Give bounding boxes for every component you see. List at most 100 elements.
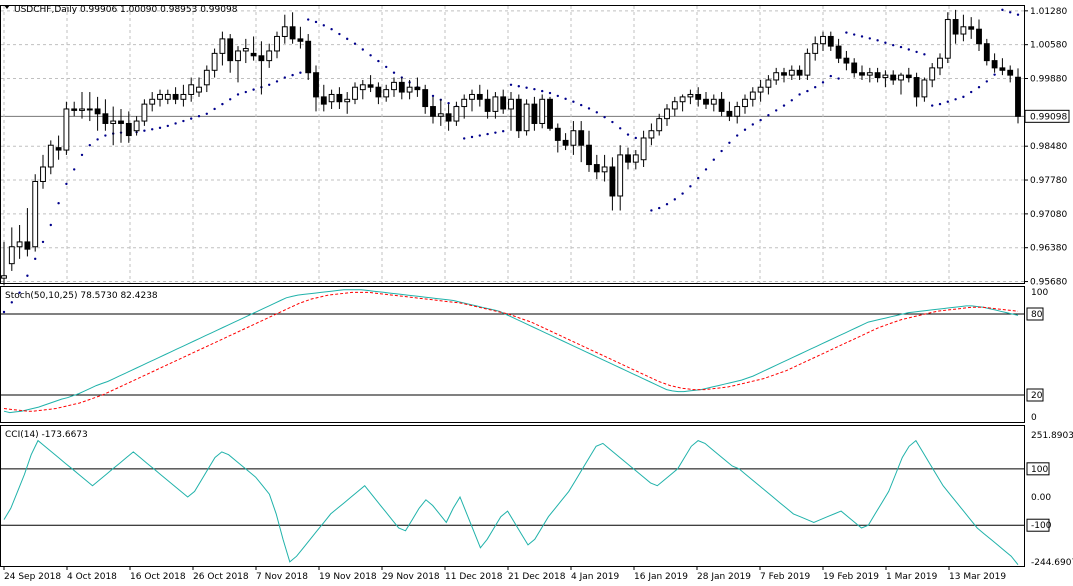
candle-body-bearish	[305, 40, 312, 74]
sar-dot	[478, 134, 481, 137]
sar-dot	[213, 107, 216, 111]
sar-dot	[447, 101, 450, 105]
sar-dot	[611, 120, 614, 124]
candle-body-bullish	[86, 108, 93, 111]
candle-body-bullish	[211, 52, 218, 71]
sar-dot	[65, 182, 68, 186]
candle-body-bullish	[164, 93, 171, 100]
candle-body-bearish	[250, 52, 257, 57]
price-tick-label: 0.95680	[1030, 278, 1067, 288]
candle-body-bullish	[921, 79, 928, 98]
sar-dot	[2, 310, 6, 314]
sar-dot	[541, 89, 544, 93]
time-tick-label: 11 Dec 2018	[445, 572, 503, 582]
sar-dot	[197, 115, 201, 118]
candle-body-bearish	[726, 110, 733, 117]
sar-dot	[650, 209, 653, 212]
sar-dot	[291, 73, 294, 77]
sar-dot	[377, 59, 380, 63]
time-tick-label: 28 Jan 2019	[697, 572, 751, 582]
candle-body-bullish	[47, 144, 54, 168]
candle-body-bullish	[32, 180, 39, 248]
candle-body-bearish	[172, 93, 179, 100]
candle-body-bullish	[242, 48, 249, 52]
sar-dot	[907, 48, 910, 51]
candle-body-bullish	[219, 38, 226, 54]
candle-body-bullish	[640, 137, 647, 161]
candle-body-bullish	[617, 154, 624, 197]
candle-body-bearish	[952, 19, 959, 35]
candle-body-bullish	[461, 98, 468, 108]
candle-body-bullish	[687, 93, 694, 98]
time-tick-label: 26 Oct 2018	[193, 572, 249, 582]
sar-dot	[681, 192, 684, 195]
sar-dot	[837, 77, 840, 80]
candle-body-bullish	[898, 74, 904, 81]
sar-dot	[525, 86, 528, 89]
sar-dot	[1001, 8, 1004, 12]
candle-body-bearish	[476, 93, 483, 100]
candle-body-bearish	[905, 74, 912, 79]
sar-dot	[626, 133, 630, 136]
cci-tick-label: -244.6907	[1031, 558, 1073, 568]
sar-dot	[712, 158, 715, 161]
candle-body-bullish	[196, 86, 202, 93]
sar-dot	[151, 128, 154, 131]
candle-body-bearish	[336, 93, 343, 103]
sar-dot	[806, 89, 809, 93]
sar-dot	[470, 135, 474, 139]
sar-dot	[143, 129, 146, 132]
sar-dot	[751, 123, 754, 126]
sar-dot	[80, 153, 84, 157]
sar-dot	[221, 102, 224, 106]
candle-body-bullish	[352, 86, 358, 100]
candle-body-bullish	[203, 69, 210, 86]
candle-body-bearish	[593, 164, 600, 173]
sar-dot	[580, 103, 583, 107]
sar-dot	[587, 107, 591, 110]
sar-dot	[876, 39, 879, 42]
stochastic-tick-label: 80	[1031, 310, 1043, 320]
price-tick-label: 0.98480	[1030, 142, 1067, 152]
candle-body-bullish	[274, 35, 280, 52]
sar-dot	[517, 85, 520, 88]
time-tick-label: 19 Nov 2018	[319, 572, 377, 582]
candle-body-bearish	[874, 72, 881, 79]
candle-body-bullish	[648, 130, 655, 139]
candle-body-bullish	[664, 108, 670, 120]
candle-body-bullish	[788, 69, 795, 76]
candle-body-bearish	[484, 98, 491, 112]
sar-dot	[759, 118, 762, 122]
sar-dot	[775, 109, 778, 112]
sar-dot	[392, 71, 396, 74]
sar-dot	[88, 144, 92, 147]
sar-dot	[860, 35, 864, 38]
sar-dot	[595, 111, 598, 114]
sar-dot	[931, 104, 934, 107]
sar-dot	[923, 53, 926, 56]
sar-dot	[205, 112, 208, 116]
sar-dot	[229, 98, 232, 101]
sar-dot	[10, 301, 13, 304]
sar-dot	[96, 138, 99, 141]
sar-dot	[798, 93, 801, 96]
candle-body-bearish	[118, 120, 124, 124]
candle-body-bearish	[781, 72, 787, 76]
sar-dot	[689, 185, 692, 188]
stochastic-tick-label: 100	[1031, 288, 1048, 298]
sar-dot	[962, 95, 965, 99]
sar-dot	[1016, 13, 1020, 16]
sar-dot	[346, 37, 349, 41]
sar-dot	[985, 80, 988, 83]
candle-body-bearish	[999, 67, 1006, 71]
sar-dot	[57, 202, 60, 205]
sar-dot	[369, 54, 372, 57]
candle-body-bullish	[406, 86, 413, 93]
candle-body-bullish	[960, 26, 967, 35]
sar-dot	[361, 48, 364, 51]
time-tick-label: 1 Mar 2019	[886, 572, 938, 582]
price-tick-label: 0.97080	[1030, 210, 1067, 220]
candle-body-bearish	[94, 108, 101, 115]
candle-body-bearish	[500, 96, 507, 110]
time-tick-label: 21 Dec 2018	[508, 572, 566, 582]
